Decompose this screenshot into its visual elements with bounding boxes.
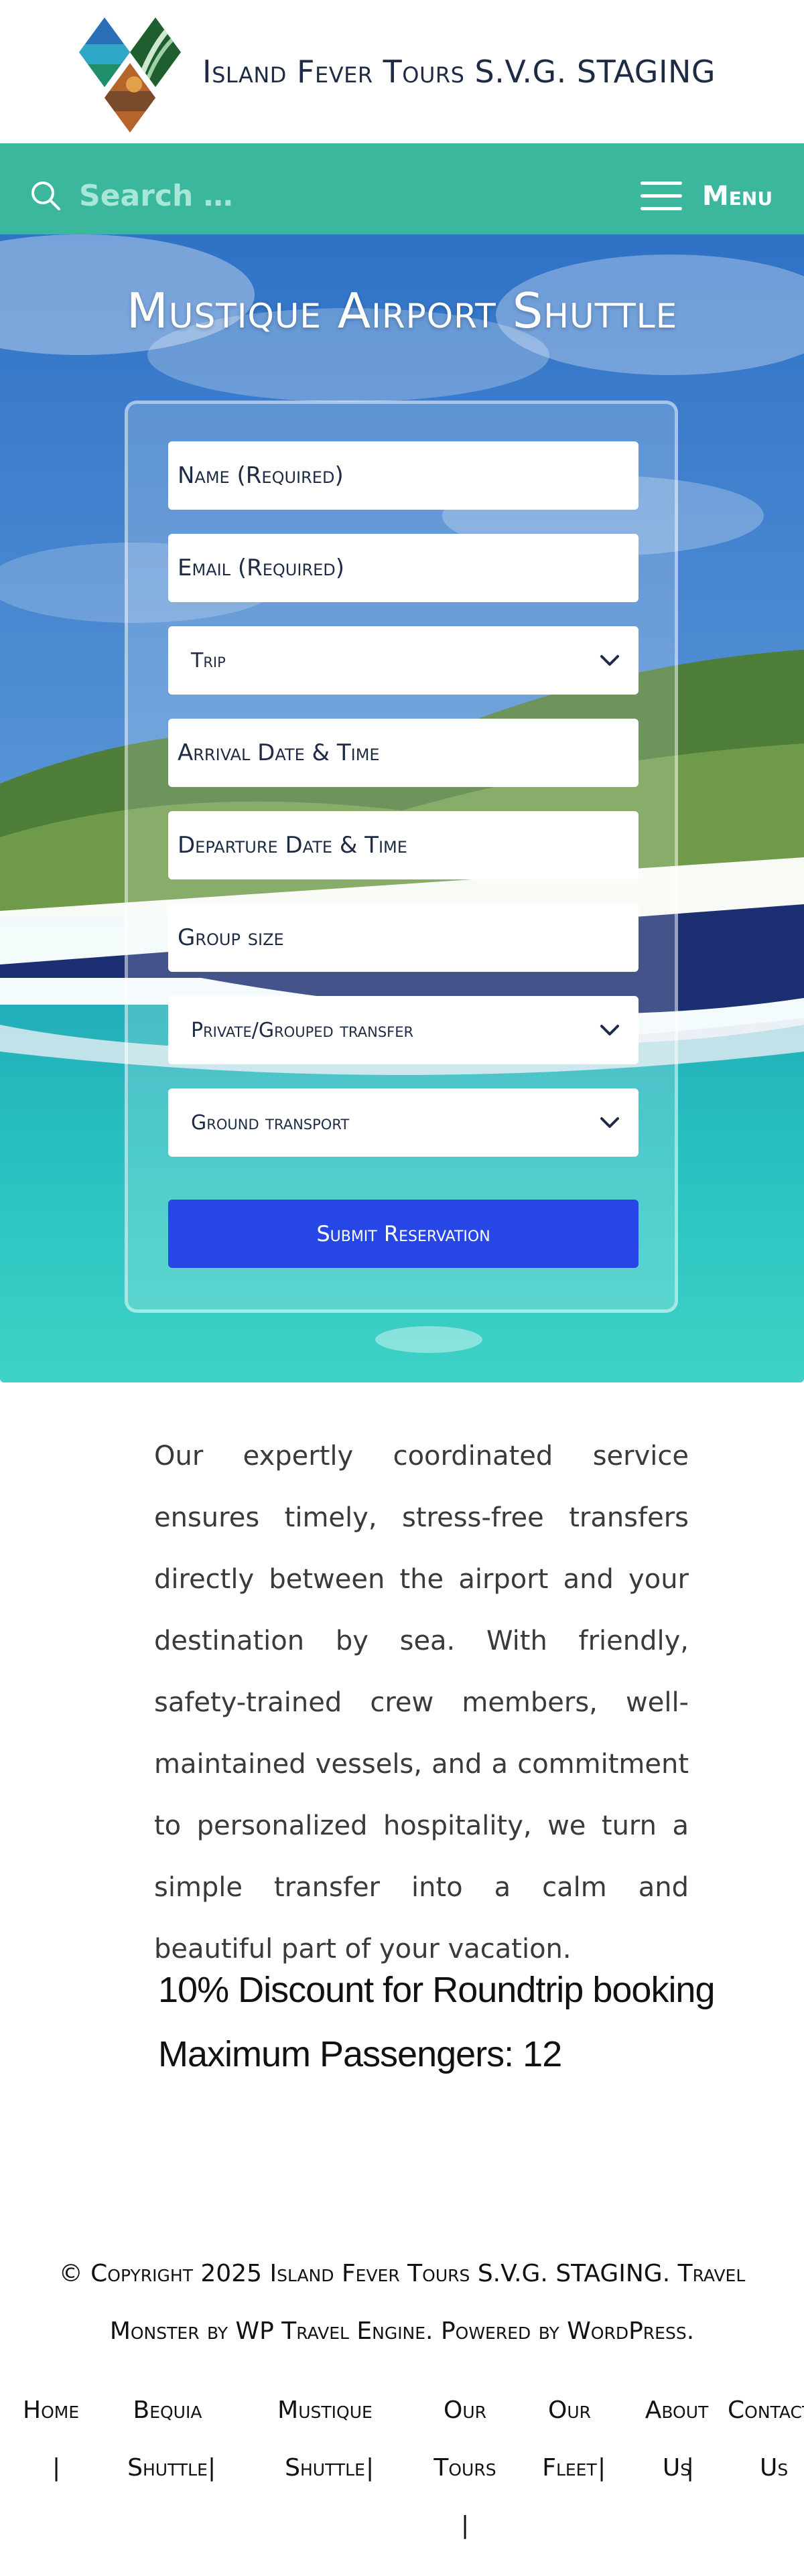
footer-nav-bequia-line1: Bequia (133, 2396, 202, 2424)
site-logo[interactable] (79, 17, 181, 133)
footer-nav-home[interactable]: Home (23, 2382, 79, 2439)
hero-section: Mustique Airport Shuttle Trip Private/Gr… (0, 234, 804, 1382)
footer-nav-about-us[interactable]: About Us (630, 2382, 724, 2497)
name-field[interactable] (168, 441, 639, 510)
hamburger-icon (641, 180, 682, 212)
submit-reservation-button[interactable]: Submit Reservation (168, 1200, 639, 1268)
footer-nav-separator: | (366, 2454, 375, 2482)
footer-nav-about-line1: About (645, 2396, 709, 2424)
search-icon[interactable] (29, 180, 62, 212)
site-header: Island Fever Tours S.V.G. STAGING (0, 0, 804, 143)
footer-nav-separator: | (52, 2454, 61, 2482)
footer-nav-our-tours[interactable]: Our Tours (418, 2382, 512, 2497)
copyright: © Copyright 2025 Island Fever Tours S.V.… (27, 2245, 777, 2360)
footer-nav-fleet-line1: Our (547, 2396, 591, 2424)
footer-nav-separator: | (208, 2454, 216, 2482)
footer-nav-mustique-line1: Mustique (277, 2396, 373, 2424)
footer-nav-mustique-line2: Shuttle (285, 2454, 365, 2482)
reservation-form: Trip Private/Grouped transfer Ground tra… (125, 401, 678, 1313)
page-title: Mustique Airport Shuttle (126, 283, 678, 339)
menu-button[interactable]: Menu (641, 174, 788, 218)
site-title[interactable]: Island Fever Tours S.V.G. STAGING (202, 54, 716, 90)
footer-nav-tours-line1: Our (443, 2396, 486, 2424)
copyright-line-1: © Copyright 2025 Island Fever Tours S.V.… (58, 2260, 746, 2287)
ground-transport-value: Ground transport (191, 1111, 350, 1135)
intro-paragraph: Our expertly coordinated service ensures… (154, 1441, 689, 1964)
max-passengers-text: Maximum Passengers: 12 (158, 2034, 562, 2074)
transfer-type-value: Private/Grouped transfer (191, 1018, 414, 1042)
arrival-datetime-field[interactable] (168, 719, 639, 787)
footer-nav-about-line2: Us (662, 2454, 691, 2482)
trip-select[interactable]: Trip (168, 626, 639, 695)
search-input[interactable] (79, 175, 481, 216)
trip-select-value: Trip (191, 648, 226, 672)
copyright-line-2: Monster by WP Travel Engine. Powered by … (109, 2317, 695, 2345)
email-field[interactable] (168, 534, 639, 602)
transfer-type-select[interactable]: Private/Grouped transfer (168, 996, 639, 1064)
menu-label: Menu (702, 181, 773, 212)
footer-nav-separator: | (598, 2454, 606, 2482)
ground-transport-select[interactable]: Ground transport (168, 1088, 639, 1157)
chevron-down-icon (600, 1025, 619, 1035)
footer-nav: Home | Bequia Shuttle | Mustique Shuttle… (0, 2382, 804, 2556)
chevron-down-icon (600, 655, 619, 666)
footer-nav-separator: | (461, 2512, 470, 2539)
footer-nav-separator: | (686, 2454, 695, 2482)
departure-datetime-field[interactable] (168, 811, 639, 879)
footer-nav-contact-us[interactable]: Contact Us (728, 2382, 804, 2497)
group-size-field[interactable] (168, 904, 639, 972)
footer-nav-mustique-shuttle[interactable]: Mustique Shuttle (248, 2382, 402, 2497)
footer-nav-contact-line2: Us (760, 2454, 789, 2482)
footer-nav-contact-line1: Contact (728, 2396, 804, 2424)
discount-text: 10% Discount for Roundtrip booking (158, 1970, 716, 2010)
chevron-down-icon (600, 1117, 619, 1128)
footer-nav-tours-line2: Tours (433, 2454, 496, 2482)
